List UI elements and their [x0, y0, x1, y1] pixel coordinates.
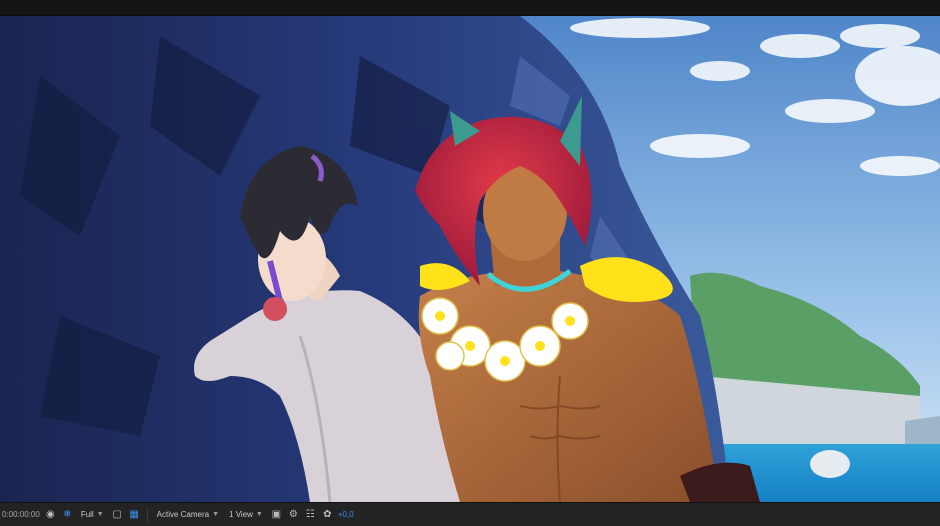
- timecode-field[interactable]: 0:00:00:00: [2, 507, 40, 523]
- resolution-label: Full: [80, 510, 94, 519]
- viewer-status-bar: 0:00:00:00 ◉ ❄ Full ▼ ▢ ▦ Active Camera …: [0, 502, 940, 526]
- viewer-top-bar: [0, 0, 940, 16]
- transparency-grid-icon[interactable]: ▦: [128, 508, 141, 521]
- exposure-icon[interactable]: ✿: [321, 508, 334, 521]
- composition-viewer[interactable]: [0, 16, 940, 502]
- exposure-value[interactable]: +0,0: [338, 510, 354, 519]
- color-channels-icon[interactable]: ❄: [61, 508, 74, 521]
- chevron-down-icon: ▼: [255, 511, 263, 518]
- chevron-down-icon: ▼: [96, 511, 104, 518]
- camera-icon[interactable]: ◉: [44, 508, 57, 521]
- composition-frame: [0, 16, 940, 502]
- camera-dropdown[interactable]: Active Camera ▼: [154, 507, 222, 523]
- timecode-value: 0:00:00:00: [2, 510, 40, 519]
- toggle-pixel-aspect-icon[interactable]: ▣: [270, 508, 283, 521]
- view-layout-dropdown[interactable]: 1 View ▼: [226, 507, 266, 523]
- region-of-interest-icon[interactable]: ▢: [111, 508, 124, 521]
- resolution-dropdown[interactable]: Full ▼: [78, 507, 107, 523]
- separator: [146, 507, 148, 522]
- fast-previews-icon[interactable]: ⚙: [287, 508, 300, 521]
- view-layout-label: 1 View: [229, 510, 253, 519]
- flowchart-icon[interactable]: ☷: [304, 508, 317, 521]
- chevron-down-icon: ▼: [212, 511, 220, 518]
- camera-label: Active Camera: [156, 510, 210, 519]
